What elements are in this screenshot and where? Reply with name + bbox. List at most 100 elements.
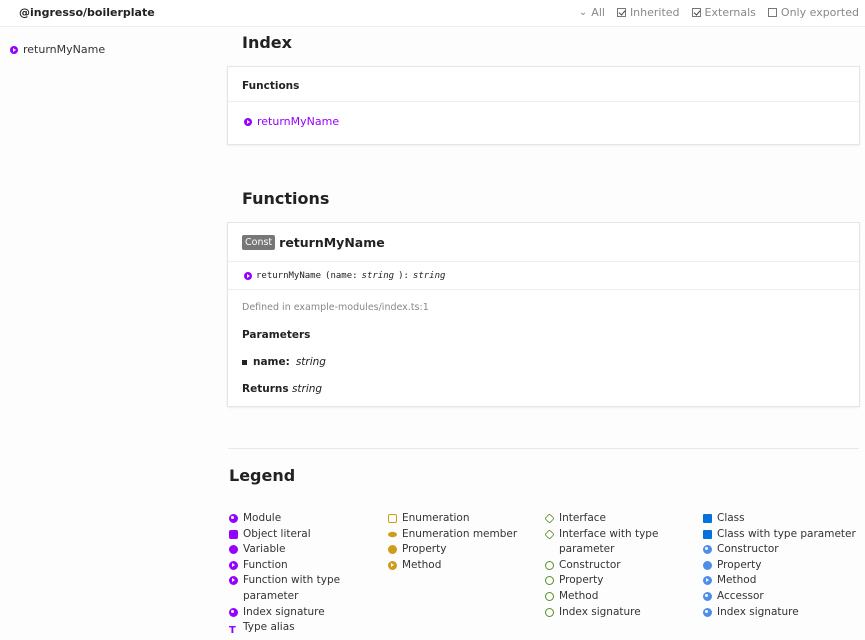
function-icon <box>244 271 252 280</box>
enumeration-icon <box>388 514 397 523</box>
inherited-label: Inherited <box>629 6 680 19</box>
externals-label: Externals <box>704 6 756 19</box>
legend-column-4: Class Class with type parameter Construc… <box>703 511 861 620</box>
type-alias-icon: T <box>229 625 236 637</box>
sig-name: returnMyName <box>256 270 322 281</box>
sidebar-item-returnmyname[interactable]: returnMyName <box>10 43 105 56</box>
returns: Returns string <box>242 383 845 395</box>
constructor-icon <box>703 545 712 555</box>
legend-item: Variable <box>229 542 379 558</box>
bullet-icon <box>242 359 247 365</box>
legend-item: Object literal <box>229 527 379 543</box>
legend-item: Method <box>545 589 695 605</box>
functions-title: Functions <box>242 189 330 208</box>
legend-item: Index signature <box>545 605 695 621</box>
legend-item: Property <box>545 573 695 589</box>
legend-item: Interface <box>544 511 695 527</box>
sig-return-type: string <box>412 270 446 281</box>
legend-item: Constructor <box>545 558 695 574</box>
legend-item: Module <box>229 511 379 527</box>
function-type-param-icon <box>229 576 238 586</box>
property-icon <box>545 576 554 586</box>
legend-item: Accessor <box>703 589 861 605</box>
index-link-returnmyname[interactable]: returnMyName <box>228 102 859 128</box>
legend-item: Method <box>388 558 538 574</box>
index-link-label: returnMyName <box>257 115 340 128</box>
module-icon <box>229 514 238 523</box>
param-name: name: <box>253 356 290 368</box>
function-icon <box>244 117 252 126</box>
legend-item: Property <box>388 542 538 558</box>
sig-close: ): <box>398 270 409 281</box>
interface-type-param-icon <box>544 529 555 540</box>
defined-in: Defined in example-modules/index.ts:1 <box>242 302 429 313</box>
method-icon <box>545 591 554 601</box>
returns-label: Returns <box>242 383 289 395</box>
legend-column-1: Module Object literal Variable Function … <box>229 511 379 636</box>
sidebar: returnMyName <box>10 43 105 56</box>
only-exported-checkbox[interactable] <box>767 8 777 17</box>
filter-options: ⌄ All Inherited Externals Only exported <box>579 6 859 19</box>
externals-toggle[interactable]: Externals <box>691 6 756 19</box>
property-icon <box>703 560 712 570</box>
legend-item: Index signature <box>229 605 379 621</box>
legend-item: Interface with type parameter <box>544 527 695 558</box>
only-exported-label: Only exported <box>780 6 859 19</box>
legend-item: Constructor <box>703 542 861 558</box>
legend-item: T Type alias <box>229 621 295 637</box>
method-icon <box>703 576 712 586</box>
class-icon <box>703 514 712 523</box>
legend-item: Function <box>229 558 379 574</box>
legend-item: Enumeration member <box>388 527 538 543</box>
legend-item: Function with type parameter <box>229 573 379 604</box>
legend-item: Property <box>703 558 861 574</box>
externals-checkbox[interactable] <box>691 8 701 17</box>
legend-title: Legend <box>229 466 296 485</box>
legend-item: Class with type parameter <box>703 527 861 543</box>
project-title[interactable]: @ingresso/boilerplate <box>19 6 155 19</box>
param-type: string <box>295 356 326 368</box>
divider <box>228 448 859 449</box>
const-badge: Const <box>242 234 276 250</box>
method-icon <box>388 560 397 570</box>
visibility-select[interactable]: ⌄ All <box>579 6 605 19</box>
index-signature-icon <box>545 607 554 617</box>
variable-icon <box>229 545 238 555</box>
function-signature: returnMyName (name: string): string <box>228 262 859 290</box>
function-heading: Const returnMyName <box>228 223 859 262</box>
enumeration-member-icon <box>388 531 397 537</box>
parameter-item: name: string <box>242 356 845 368</box>
property-icon <box>388 545 397 555</box>
sig-param-type: string <box>361 270 395 281</box>
legend-item: Index signature <box>703 605 861 621</box>
index-title: Index <box>242 33 292 52</box>
function-name: returnMyName <box>279 234 385 250</box>
inherited-toggle[interactable]: Inherited <box>616 6 680 19</box>
parameters-heading: Parameters <box>242 329 311 341</box>
constructor-icon <box>545 560 554 570</box>
index-signature-icon <box>229 607 238 617</box>
function-body: Defined in example-modules/index.ts:1 Pa… <box>228 290 859 395</box>
toolbar: @ingresso/boilerplate ⌄ All Inherited Ex… <box>0 0 865 27</box>
index-panel: Functions returnMyName <box>228 67 859 144</box>
inherited-checkbox[interactable] <box>616 8 626 17</box>
only-exported-toggle[interactable]: Only exported <box>767 6 859 19</box>
function-icon <box>229 560 238 570</box>
legend-column-3: Interface Interface with type parameter … <box>544 511 695 621</box>
legend-item: Class <box>703 511 861 527</box>
function-panel: Const returnMyName returnMyName (name: st… <box>228 223 859 406</box>
sig-open: (name: <box>325 270 358 281</box>
interface-icon <box>544 513 555 524</box>
class-type-param-icon <box>703 529 712 539</box>
function-icon <box>10 45 18 54</box>
legend-item: Method <box>703 573 861 589</box>
sidebar-item-label: returnMyName <box>23 43 106 56</box>
accessor-icon <box>703 591 712 601</box>
object-literal-icon <box>229 529 238 539</box>
legend-item: Enumeration <box>388 511 538 527</box>
visibility-label: All <box>591 6 605 19</box>
returns-type: string <box>291 383 323 395</box>
index-signature-icon <box>703 607 712 617</box>
legend-column-2: Enumeration Enumeration member Property … <box>388 511 538 573</box>
chevron-down-icon: ⌄ <box>578 7 588 18</box>
